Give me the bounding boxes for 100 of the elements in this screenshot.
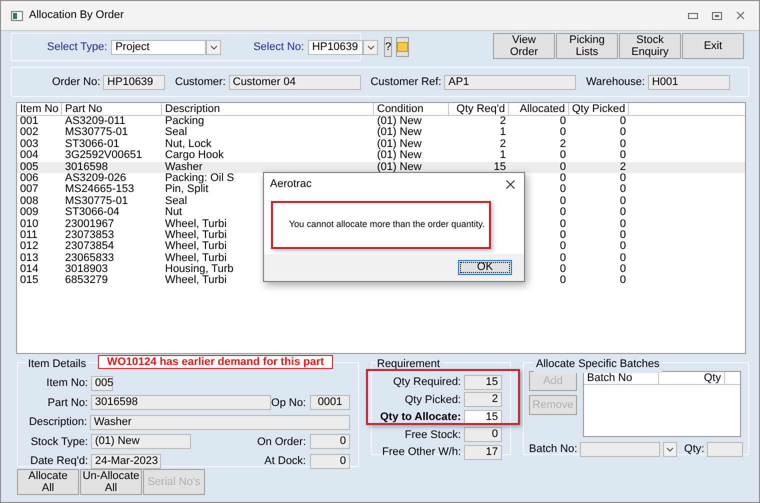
toolbar-button[interactable]: Stock Enquiry (619, 33, 681, 59)
column-header[interactable]: Description (162, 103, 374, 115)
table-cell: Wheel, Turbi (165, 218, 227, 230)
field-label: Part No: (46, 396, 88, 410)
toolbar-button[interactable]: View Order (493, 33, 555, 59)
close-icon[interactable] (506, 180, 515, 188)
on-order-field[interactable]: 0 (310, 434, 350, 450)
column-header[interactable]: Qty Picked (569, 103, 629, 115)
table-cell: Wheel, Turbi (165, 275, 227, 287)
field-label: At Dock: (264, 454, 306, 469)
quantity-field[interactable]: 0 (464, 427, 502, 442)
table-cell-text: 23073853 (65, 230, 114, 241)
item-no-field[interactable]: 005 (91, 376, 113, 391)
table-cell: 0 (560, 275, 566, 287)
part-no-field[interactable]: 3016598 (91, 395, 271, 410)
toolbar-button[interactable]: Exit (682, 33, 744, 59)
table-cell: 2 (620, 162, 626, 173)
quantity-field[interactable]: 15 (464, 410, 502, 425)
table-cell: 0 (620, 127, 626, 139)
table-cell: Cargo Hook (165, 150, 224, 162)
minimize-icon[interactable] (688, 12, 698, 18)
quantity-field[interactable]: 15 (464, 374, 502, 390)
table-cell-text: Nut, Lock (165, 138, 212, 150)
table-cell-text: Packing: Oil S (165, 172, 234, 184)
table-cell: 6853279 (65, 275, 108, 287)
table-cell-text: 006 (20, 172, 38, 184)
table-row[interactable]: 005 3016598 Washer (01) New 15 0 2 (17, 162, 745, 173)
info-field[interactable]: Customer 04 (228, 74, 361, 90)
table-cell: Washer (165, 162, 202, 173)
table-cell: 3G2592V00651 (65, 150, 142, 162)
table-cell-text: 0 (560, 172, 566, 184)
dialog-title: Aerotrac (270, 176, 312, 192)
field-label: Qty Required: (393, 375, 461, 390)
toolbar-button[interactable]: Picking Lists (556, 33, 618, 59)
table-cell: 23073854 (65, 241, 114, 253)
field-label: Customer: (175, 74, 226, 90)
table-cell-text: ST3066-01 (65, 138, 120, 150)
table-cell-text: 2 (500, 116, 506, 127)
quantity-field[interactable]: 17 (464, 444, 502, 460)
table-cell: MS24665-153 (65, 184, 134, 196)
description-field[interactable]: Washer (90, 414, 350, 430)
action-button[interactable]: Un-Allocate All (80, 469, 142, 495)
qty-field[interactable] (707, 442, 744, 457)
info-field[interactable]: HP10639 (103, 74, 166, 90)
field-label: Qty to Allocate: (380, 410, 461, 425)
table-cell: 3016598 (65, 162, 108, 173)
quantity-field[interactable]: 2 (464, 392, 502, 408)
table-cell-text: MS30775-01 (65, 196, 128, 207)
ok-button[interactable]: OK (458, 260, 512, 275)
table-cell-text: 0 (560, 230, 566, 241)
table-cell-text: 0 (620, 138, 626, 150)
table-cell: 002 (20, 127, 38, 139)
field-label: Item No: (45, 376, 88, 391)
table-cell: 012 (20, 241, 38, 253)
table-cell-text: 2 (560, 138, 566, 150)
table-cell: 0 (560, 184, 566, 196)
help-button[interactable]: ? (384, 37, 392, 57)
column-header[interactable]: Allocated (509, 103, 569, 115)
column-header[interactable]: Batch No (584, 372, 659, 384)
type-dropdown[interactable]: Project (111, 40, 206, 54)
table-cell: 23001967 (65, 218, 114, 230)
stock-type-field[interactable]: (01) New (91, 434, 191, 450)
table-cell-text: 003 (20, 138, 38, 150)
field-label: Description: (28, 415, 88, 430)
info-field[interactable]: AP1 (444, 74, 576, 90)
field-label: Free Stock: (404, 428, 461, 442)
table-cell: 0 (620, 264, 626, 276)
table-cell: Seal (165, 127, 188, 139)
maximize-icon[interactable] (712, 12, 722, 20)
table-cell: (01) New (377, 150, 422, 162)
action-button[interactable]: Allocate All (17, 469, 79, 495)
number-dropdown[interactable]: HP10639 (308, 40, 364, 54)
table-cell: MS30775-01 (65, 127, 128, 139)
field-label: Select Type: (47, 40, 108, 55)
table-cell: 0 (620, 218, 626, 230)
table-cell: 015 (20, 275, 38, 287)
table-cell: 007 (20, 184, 38, 196)
table-cell-text: (01) New (377, 138, 422, 150)
at-dock-field[interactable]: 0 (310, 454, 350, 469)
field-label: Qty Picked: (404, 392, 461, 408)
table-cell: 0 (620, 150, 626, 162)
table-cell: 0 (560, 162, 566, 173)
field-label: Warehouse: (586, 74, 645, 90)
table-cell: 0 (620, 275, 626, 287)
table-cell-text: 0 (620, 172, 626, 184)
date-field[interactable]: 24-Mar-2023 (91, 454, 161, 469)
field-label: Qty: (684, 442, 704, 457)
column-header[interactable]: Part No (62, 103, 162, 115)
table-cell: 0 (560, 127, 566, 139)
column-header[interactable]: Condition (374, 103, 449, 115)
table-cell: ST3066-04 (65, 207, 120, 219)
column-header[interactable]: Item No (17, 103, 62, 115)
column-header[interactable]: Qty (659, 372, 725, 384)
op-no-field[interactable]: 0001 (310, 395, 350, 410)
table-cell: Wheel, Turbi (165, 241, 227, 253)
table-cell-text: (01) New (377, 116, 422, 127)
table-cell: 3018903 (65, 264, 108, 276)
info-field[interactable]: H001 (648, 74, 730, 90)
table-cell: 005 (20, 162, 38, 173)
column-header[interactable]: Qty Req'd (449, 103, 509, 115)
